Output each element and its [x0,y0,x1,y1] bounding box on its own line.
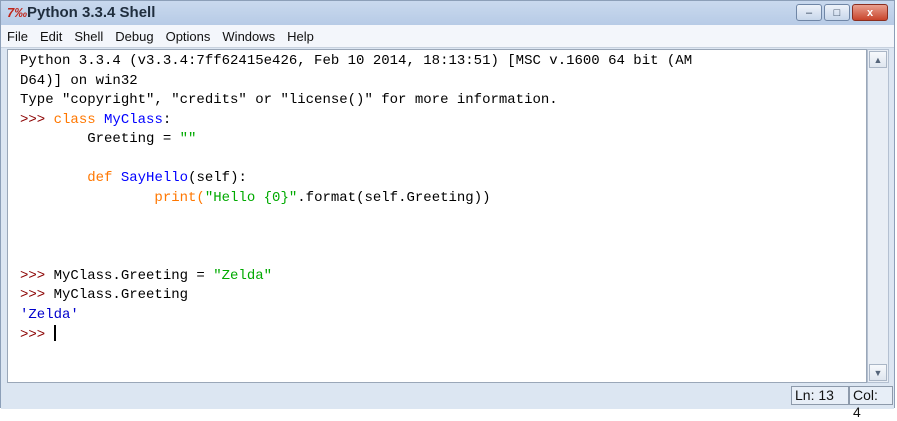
code-line: >>> class MyClass: [20,111,172,128]
menu-bar: File Edit Shell Debug Options Windows He… [1,25,894,48]
up-arrow-icon: ▲ [873,54,883,65]
close-button[interactable]: x [852,4,888,21]
maximize-icon: □ [833,6,841,19]
code-line: def SayHello(self): [87,170,247,186]
shell-prompt: >>> [20,111,54,128]
menu-edit[interactable]: Edit [40,29,62,44]
code-line: >>> MyClass.Greeting [20,287,189,303]
window-controls: – □ x [796,4,888,21]
vertical-scrollbar[interactable]: ▲ ▼ [867,49,889,383]
scroll-up-button[interactable]: ▲ [869,51,887,68]
code-line: Greeting = "" [87,131,197,147]
menu-options[interactable]: Options [166,29,211,44]
scroll-down-button[interactable]: ▼ [869,364,887,381]
column-indicator: Col: 4 [849,386,893,420]
title-bar[interactable]: 7‰ Python 3.3.4 Shell – □ x [1,1,894,26]
shell-prompt: >>> [20,327,54,343]
output-line: 'Zelda' [20,306,79,323]
banner-line: D64)] on win32 [20,72,138,89]
minimize-icon: – [805,6,813,19]
window-title: Python 3.3.4 Shell [27,4,156,21]
text-cursor [53,325,56,341]
idle-shell-window: 7‰ Python 3.3.4 Shell – □ x File Edit Sh… [0,0,895,420]
menu-file[interactable]: File [7,29,28,44]
minimize-button[interactable]: – [796,4,822,21]
line-indicator: Ln: 13 [791,386,849,405]
down-arrow-icon: ▼ [873,367,883,378]
close-icon: x [866,6,874,19]
status-bar: Ln: 13 Col: 4 [1,383,894,420]
menu-shell[interactable]: Shell [74,29,103,44]
menu-debug[interactable]: Debug [115,29,153,44]
shell-prompt: >>> [20,287,54,303]
python-idle-icon: 7‰ [7,5,28,20]
shell-text-area[interactable]: Python 3.3.4 (v3.3.4:7ff62415e426, Feb 1… [7,49,867,383]
code-line: >>> MyClass.Greeting = "Zelda" [20,267,273,284]
menu-windows[interactable]: Windows [222,29,275,44]
info-line: Type "copyright", "credits" or "license(… [20,92,558,108]
shell-prompt: >>> [20,267,54,284]
input-line[interactable]: >>> [20,325,866,345]
code-line: print("Hello {0}".format(self.Greeting)) [154,189,491,206]
maximize-button[interactable]: □ [824,4,850,21]
banner-line: Python 3.3.4 (v3.3.4:7ff62415e426, Feb 1… [20,53,693,69]
menu-help[interactable]: Help [287,29,314,44]
